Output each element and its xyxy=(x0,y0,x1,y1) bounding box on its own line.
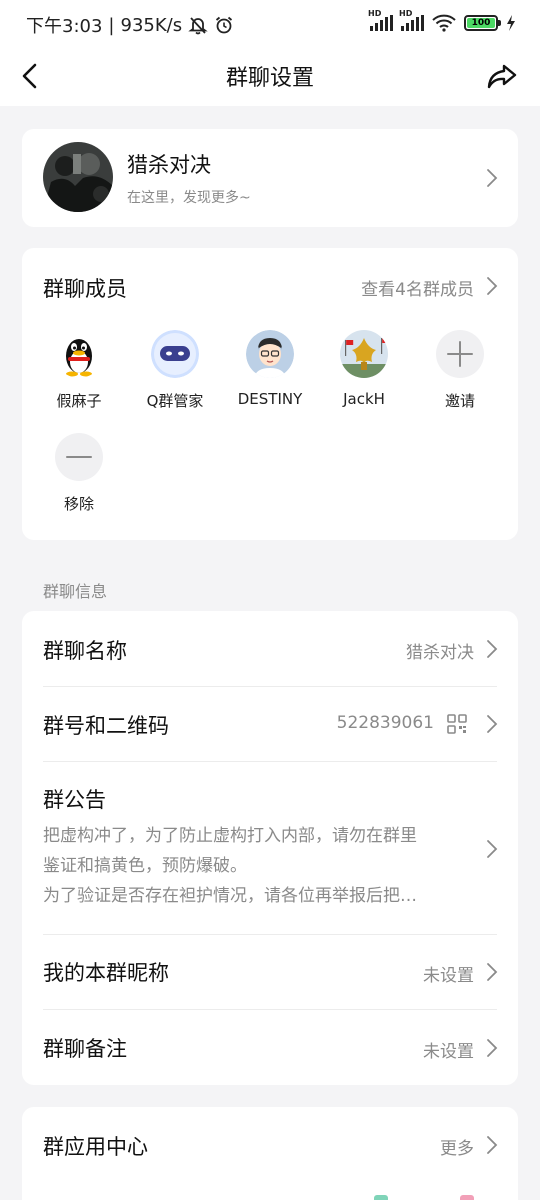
alarm-icon xyxy=(216,16,233,34)
group-apps-row[interactable]: 群应用中心 更多 xyxy=(22,1107,518,1183)
status-left: 下午3:03 | 935K/s xyxy=(26,12,234,38)
group-apps-card: 群应用中心 更多 xyxy=(22,1107,518,1200)
status-time: 下午3:03 xyxy=(26,16,103,37)
member-item[interactable]: DESTINY xyxy=(222,330,318,408)
member-item[interactable]: JackH xyxy=(316,330,412,408)
my-nickname-value: 未设置 xyxy=(423,966,474,986)
group-profile-card[interactable]: 猎杀对决 在这里，发现更多~ xyxy=(22,129,518,227)
group-remark-value: 未设置 xyxy=(423,1042,474,1062)
group-notice-row[interactable]: 群公告 把虚构冲了，为了防止虚构打入内部，请勿在群里 鉴证和搞黄色，预防爆破。 … xyxy=(22,762,518,934)
chevron-right-icon xyxy=(487,840,498,858)
group-id-row[interactable]: 群号和二维码 522839061 xyxy=(22,687,518,761)
invite-button[interactable]: 邀请 xyxy=(412,330,508,411)
page-title: 群聊设置 xyxy=(225,66,314,91)
qr-code-icon xyxy=(447,714,467,734)
group-id-label: 群号和二维码 xyxy=(43,714,169,738)
member-name: DESTINY xyxy=(237,390,303,408)
chevron-right-icon xyxy=(487,1136,498,1154)
group-avatar xyxy=(43,142,113,212)
member-item[interactable]: 假麻子 xyxy=(31,330,127,411)
golden-statue-avatar xyxy=(340,330,388,378)
chevron-right-icon xyxy=(487,715,498,733)
group-remark-row[interactable]: 群聊备注 未设置 xyxy=(22,1010,518,1085)
member-name: JackH xyxy=(343,390,385,408)
signal-1-icon: HD xyxy=(368,9,393,31)
status-bar: 下午3:03 | 935K/s HD HD 100 xyxy=(0,0,540,48)
apps-more-link[interactable]: 更多 xyxy=(440,1134,474,1159)
group-name-label: 群聊名称 xyxy=(43,639,127,663)
minus-icon xyxy=(55,433,103,481)
plus-icon xyxy=(436,330,484,378)
nav-bar: 群聊设置 xyxy=(0,48,540,106)
group-id-value: 522839061 xyxy=(336,713,434,733)
chevron-right-icon xyxy=(487,1039,498,1057)
notice-line: 把虚构冲了，为了防止虚构打入内部，请勿在群里 xyxy=(43,826,417,846)
chevron-right-icon xyxy=(487,640,498,658)
section-label-info: 群聊信息 xyxy=(43,582,108,601)
members-card: 群聊成员 查看4名群成员 假麻子 Q群管家 DESTINY JackH 邀请 移… xyxy=(22,248,518,540)
remove-label: 移除 xyxy=(63,495,94,513)
status-separator: | xyxy=(108,14,115,36)
group-notice-label: 群公告 xyxy=(43,788,106,812)
group-name-value: 猎杀对决 xyxy=(406,643,474,663)
network-speed: 935K/s xyxy=(120,14,183,36)
chevron-right-icon xyxy=(487,169,498,187)
robot-avatar xyxy=(151,330,199,378)
member-name: 假麻子 xyxy=(56,392,102,410)
member-item[interactable]: Q群管家 xyxy=(127,330,223,411)
battery-level: 100 xyxy=(467,18,495,28)
members-title: 群聊成员 xyxy=(43,277,127,301)
view-all-members-link[interactable]: 查看4名群成员 xyxy=(361,275,474,300)
signal-2-icon: HD xyxy=(399,9,424,31)
share-icon[interactable] xyxy=(482,56,522,96)
group-notice-text: 把虚构冲了，为了防止虚构打入内部，请勿在群里 鉴证和搞黄色，预防爆破。 为了验证… xyxy=(43,821,473,911)
mute-bell-icon xyxy=(188,17,208,35)
group-info-card: 群聊名称 猎杀对决 群号和二维码 522839061 群公告 把虚构冲了，为了防… xyxy=(22,611,518,1085)
notice-line: 鉴证和搞黄色，预防爆破。 xyxy=(43,856,247,876)
group-apps-title: 群应用中心 xyxy=(43,1135,148,1159)
remove-button[interactable]: 移除 xyxy=(31,433,127,514)
my-nickname-row[interactable]: 我的本群昵称 未设置 xyxy=(22,935,518,1009)
app-icon-peek xyxy=(374,1195,388,1200)
app-icon-peek xyxy=(460,1195,474,1200)
group-name-row[interactable]: 群聊名称 猎杀对决 xyxy=(22,611,518,686)
charging-icon xyxy=(507,15,515,31)
chevron-right-icon xyxy=(487,277,498,295)
member-name: Q群管家 xyxy=(146,392,204,410)
status-right: HD HD 100 xyxy=(368,9,516,32)
group-remark-label: 群聊备注 xyxy=(43,1037,127,1061)
my-nickname-label: 我的本群昵称 xyxy=(43,961,169,985)
cartoon-boy-avatar xyxy=(246,330,294,378)
notice-line: 为了验证是否存在袒护情况，请各位再举报后把… xyxy=(43,886,417,906)
invite-label: 邀请 xyxy=(444,392,475,410)
qq-penguin-avatar xyxy=(55,330,103,378)
chevron-right-icon xyxy=(487,963,498,981)
group-name: 猎杀对决 xyxy=(127,153,211,177)
wifi-icon xyxy=(432,14,456,32)
group-subtitle: 在这里，发现更多~ xyxy=(127,190,251,206)
battery-icon: 100 xyxy=(464,15,501,31)
